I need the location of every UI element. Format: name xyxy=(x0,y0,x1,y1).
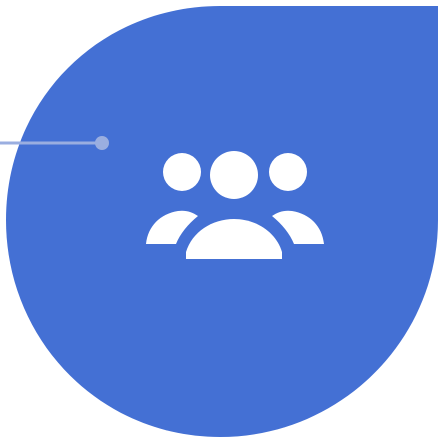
user-center-head-icon xyxy=(210,151,258,199)
connector-dot xyxy=(95,136,109,150)
users-feature-graphic xyxy=(0,0,438,437)
user-right-head-icon xyxy=(269,153,307,191)
user-left-head-icon xyxy=(163,153,201,191)
graphic-canvas xyxy=(0,6,438,437)
